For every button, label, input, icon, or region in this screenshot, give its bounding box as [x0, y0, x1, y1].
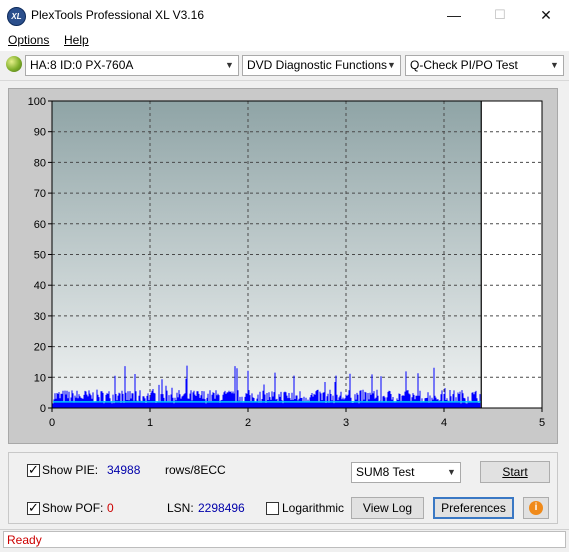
y-tick-label: 0	[40, 403, 46, 415]
pof-count-value: 0	[107, 501, 114, 515]
view-log-label: View Log	[362, 501, 413, 515]
y-tick-label: 40	[34, 280, 46, 292]
logarithmic-checkbox[interactable]	[266, 502, 279, 515]
y-tick-label: 10	[34, 372, 46, 384]
plot-background	[52, 101, 482, 408]
pi-po-chart: 0 10 20 30 40 50 60 70 80 90 100 0 1 2 3 4 5	[28, 96, 545, 429]
x-tick-label: 5	[539, 417, 545, 429]
drive-icon	[6, 56, 22, 72]
close-button[interactable]: ✕	[523, 0, 569, 30]
lsn-value: 2298496	[198, 501, 245, 515]
y-tick-label: 60	[34, 219, 46, 231]
x-tick-label: 0	[49, 417, 55, 429]
x-tick-label: 1	[147, 417, 153, 429]
sum-test-select[interactable]: SUM8 Test ▼	[351, 462, 461, 483]
status-field	[3, 531, 566, 548]
y-tick-label: 30	[34, 311, 46, 323]
chevron-down-icon: ▼	[550, 60, 559, 70]
menu-options-label: Options	[8, 33, 50, 47]
y-tick-label: 70	[34, 188, 46, 200]
sum-test-value: SUM8 Test	[356, 465, 415, 479]
chevron-down-icon: ▼	[387, 60, 396, 70]
info-button[interactable]: i	[523, 497, 549, 519]
y-tick-label: 20	[34, 342, 46, 354]
chevron-down-icon: ▼	[225, 60, 234, 70]
menu-help-label: Help	[64, 33, 89, 47]
show-pof-checkbox[interactable]	[27, 500, 40, 516]
function-select-value: DVD Diagnostic Functions	[247, 58, 388, 72]
test-select-value: Q-Check PI/PO Test	[410, 58, 518, 72]
minimize-button[interactable]: —	[431, 0, 477, 30]
rows-unit-label: rows/8ECC	[165, 463, 226, 477]
preferences-button[interactable]: Preferences	[433, 497, 514, 519]
y-tick-label: 90	[34, 127, 46, 139]
logarithmic-label: Logarithmic	[282, 501, 345, 515]
y-tick-label: 80	[34, 157, 46, 169]
x-tick-label: 4	[441, 417, 447, 429]
y-tick-label: 100	[28, 96, 46, 108]
status-text: Ready	[7, 533, 42, 547]
start-button[interactable]: Start	[480, 461, 550, 483]
app-icon: XL	[7, 7, 26, 26]
drive-select[interactable]: HA:8 ID:0 PX-760A ▼	[25, 55, 239, 76]
x-tick-label: 2	[245, 417, 251, 429]
function-select[interactable]: DVD Diagnostic Functions ▼	[242, 55, 401, 76]
show-pie-label: Show PIE:	[42, 463, 99, 477]
pie-count-value: 34988	[107, 463, 141, 477]
lsn-label: LSN:	[167, 501, 194, 515]
view-log-button[interactable]: View Log	[351, 497, 424, 519]
info-icon: i	[529, 501, 543, 515]
menu-help[interactable]: Help	[64, 33, 89, 47]
preferences-label: Preferences	[441, 501, 506, 515]
start-button-label: Start	[502, 465, 528, 479]
drive-select-value: HA:8 ID:0 PX-760A	[30, 58, 134, 72]
test-select[interactable]: Q-Check PI/PO Test ▼	[405, 55, 564, 76]
window-title: PlexTools Professional XL V3.16	[31, 8, 204, 22]
show-pie-checkbox[interactable]	[27, 462, 40, 478]
show-pof-label: Show POF:	[42, 501, 104, 515]
maximize-button[interactable]: ☐	[477, 0, 523, 30]
x-tick-label: 3	[343, 417, 349, 429]
chevron-down-icon: ▼	[447, 467, 456, 477]
menu-options[interactable]: Options	[8, 33, 49, 47]
y-tick-label: 50	[34, 250, 46, 262]
